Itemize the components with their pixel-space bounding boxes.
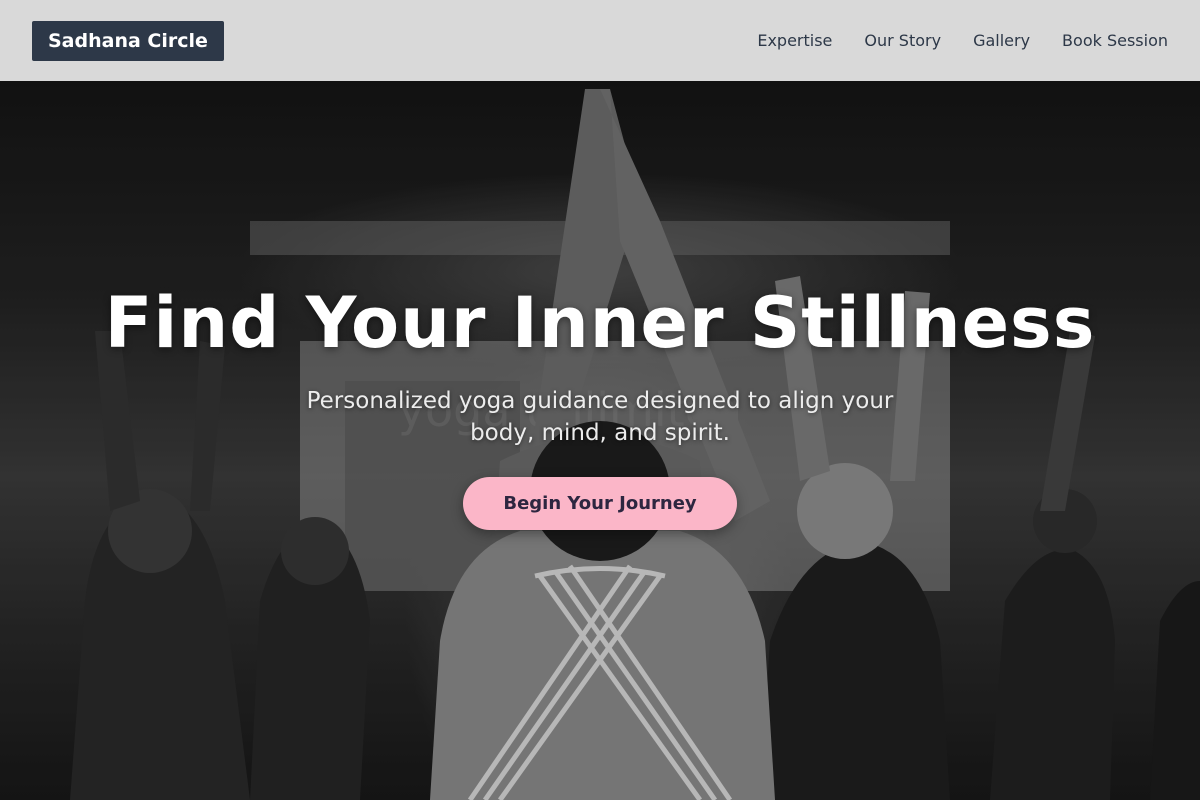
hero-subtitle: Personalized yoga guidance designed to a… xyxy=(306,388,894,446)
nav-link-expertise[interactable]: Expertise xyxy=(757,31,832,50)
nav-link-gallery[interactable]: Gallery xyxy=(973,31,1030,50)
hero-content: Find Your Inner Stillness Personalized y… xyxy=(0,81,1200,800)
brand-logo[interactable]: Sadhana Circle xyxy=(32,20,224,61)
site-header: Sadhana Circle Expertise Our Story Galle… xyxy=(0,0,1200,81)
main-nav: Expertise Our Story Gallery Book Session xyxy=(757,31,1168,50)
begin-journey-button[interactable]: Begin Your Journey xyxy=(463,477,737,530)
nav-link-book-session[interactable]: Book Session xyxy=(1062,31,1168,50)
hero-section: yoga unlimited Find Your Inner Stillness… xyxy=(0,81,1200,800)
hero-title: Find Your Inner Stillness xyxy=(104,282,1096,364)
nav-link-our-story[interactable]: Our Story xyxy=(864,31,941,50)
